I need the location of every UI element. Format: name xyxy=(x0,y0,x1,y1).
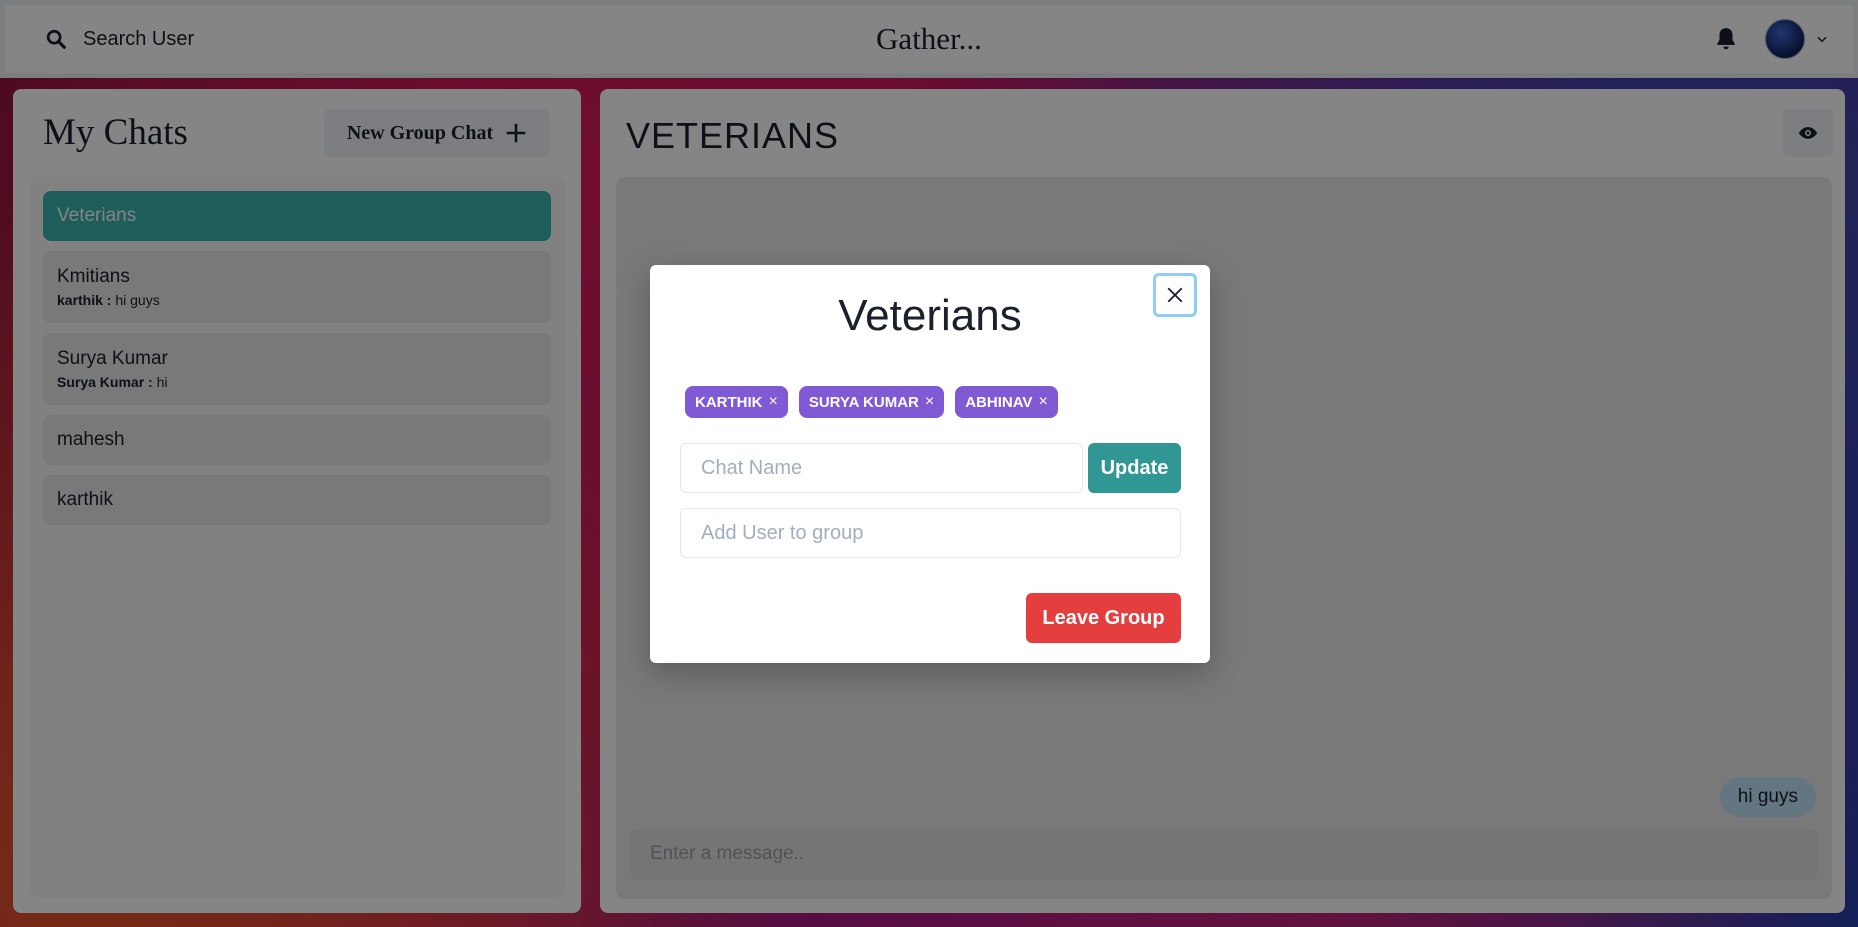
remove-member-icon[interactable]: × xyxy=(1038,393,1047,411)
member-badge-karthik[interactable]: KARTHIK × xyxy=(685,386,788,418)
close-icon xyxy=(1167,287,1183,303)
remove-member-icon[interactable]: × xyxy=(925,393,934,411)
close-button[interactable] xyxy=(1153,273,1197,317)
member-badge-surya-kumar[interactable]: SURYA KUMAR × xyxy=(798,386,945,418)
member-name: ABHINAV xyxy=(965,393,1033,411)
group-settings-modal: Veterians KARTHIK × SURYA KUMAR × ABHINA… xyxy=(650,265,1210,663)
remove-member-icon[interactable]: × xyxy=(769,393,778,411)
leave-group-button[interactable]: Leave Group xyxy=(1026,593,1181,643)
member-name: KARTHIK xyxy=(695,393,763,411)
member-name: SURYA KUMAR xyxy=(808,393,919,411)
member-badges: KARTHIK × SURYA KUMAR × ABHINAV × xyxy=(685,386,1058,418)
modal-title: Veterians xyxy=(838,291,1022,340)
update-button[interactable]: Update xyxy=(1088,443,1181,493)
member-badge-abhinav[interactable]: ABHINAV × xyxy=(955,386,1058,418)
chat-name-input[interactable] xyxy=(680,443,1083,493)
add-user-input[interactable] xyxy=(680,508,1181,558)
